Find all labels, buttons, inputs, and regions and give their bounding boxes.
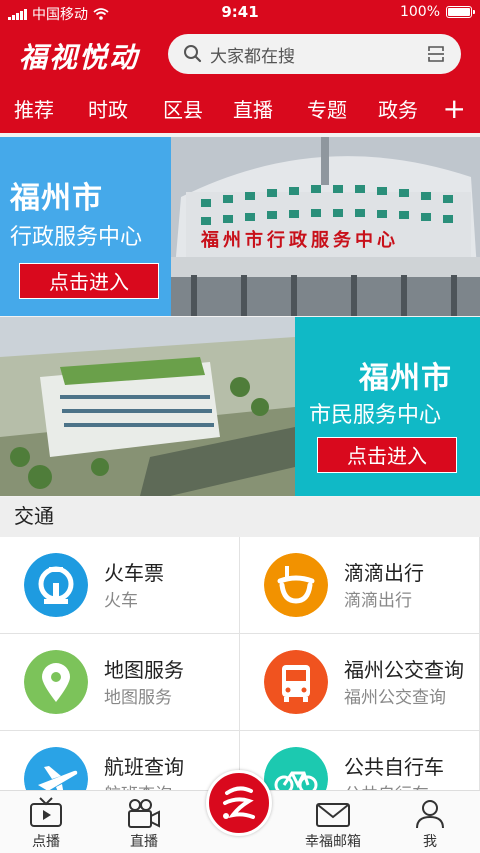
service-didi[interactable]: 滴滴出行 滴滴出行	[240, 537, 480, 634]
service-title: 火车票	[104, 561, 164, 585]
battery-percentage: 100%	[399, 4, 440, 20]
user-icon	[416, 800, 444, 829]
bottom-nav-label: 幸福邮箱	[305, 834, 361, 850]
bus-icon	[264, 650, 328, 714]
bottom-nav-label: 直播	[130, 834, 158, 850]
service-subtitle: 福州公交查询	[344, 688, 446, 708]
campus-illustration	[0, 317, 295, 496]
banner-title: 福州市	[359, 361, 452, 396]
tab-topics[interactable]: 专题	[307, 92, 347, 128]
service-subtitle: 公共自行车	[344, 780, 429, 790]
section-title-transport: 交通	[0, 497, 480, 537]
bottom-nav-vod[interactable]: 点播	[1, 791, 91, 853]
video-camera-icon	[128, 799, 160, 828]
tab-recommend[interactable]: 推荐	[14, 92, 54, 128]
app-header: 中国移动 9:41 100% 福视悦动 大家都在搜 推荐 时政 区县 直播 专题…	[0, 0, 480, 133]
banner-subtitle: 行政服务中心	[10, 225, 143, 250]
didi-icon	[264, 553, 328, 617]
banner-title: 福州市	[10, 181, 103, 216]
service-bus[interactable]: 福州公交查询 福州公交查询	[240, 634, 480, 731]
service-subtitle: 地图服务	[104, 688, 172, 708]
banner-citizen-service-center[interactable]: 福州市 市民服务中心 点击进入	[0, 317, 480, 496]
search-icon	[184, 45, 202, 63]
enter-button[interactable]: 点击进入	[317, 437, 457, 473]
bottom-nav-label: 点播	[32, 834, 60, 850]
service-title: 滴滴出行	[344, 561, 424, 585]
service-title: 公共自行车	[344, 755, 444, 779]
banner-panel: 福州市 市民服务中心 点击进入	[295, 317, 480, 496]
building-illustration: 福州市行政服务中心	[171, 137, 480, 316]
service-subtitle: 滴滴出行	[344, 591, 412, 611]
bottom-nav-live[interactable]: 直播	[99, 791, 189, 853]
tv-icon	[30, 797, 62, 827]
bicycle-icon	[264, 747, 328, 790]
battery-icon	[446, 6, 475, 18]
status-bar: 中国移动 9:41 100%	[0, 0, 480, 26]
service-subtitle: 火车	[104, 591, 138, 611]
tab-government[interactable]: 政务	[378, 92, 418, 128]
bottom-nav-mailbox[interactable]: 幸福邮箱	[288, 791, 378, 853]
tab-districts[interactable]: 区县	[163, 92, 203, 128]
app-logo: 福视悦动	[19, 41, 140, 74]
service-title: 福州公交查询	[344, 658, 464, 682]
tab-politics[interactable]: 时政	[88, 92, 128, 128]
airplane-icon	[24, 747, 88, 790]
service-title: 地图服务	[104, 658, 184, 682]
bottom-nav-label: 我	[423, 834, 437, 850]
service-flights[interactable]: 航班查询 航班查询	[0, 731, 240, 790]
banner-subtitle: 市民服务中心	[309, 403, 442, 428]
center-home-button[interactable]	[206, 770, 272, 836]
service-map[interactable]: 地图服务 地图服务	[0, 634, 240, 731]
train-logo-icon	[24, 553, 88, 617]
bottom-nav-me[interactable]: 我	[385, 791, 475, 853]
service-public-bicycle[interactable]: 公共自行车 公共自行车	[240, 731, 480, 790]
enter-button[interactable]: 点击进入	[19, 263, 159, 299]
search-bar[interactable]: 大家都在搜	[168, 34, 461, 74]
category-tabs: 推荐 时政 区县 直播 专题 政务 +	[0, 92, 480, 128]
service-train-tickets[interactable]: 火车票 火车	[0, 537, 240, 634]
banner-panel: 福州市 行政服务中心 点击进入	[0, 137, 171, 316]
center-logo-icon	[223, 786, 255, 819]
mail-icon	[316, 803, 350, 827]
building-photo: 福州市行政服务中心	[171, 137, 480, 316]
tab-live[interactable]: 直播	[233, 92, 273, 128]
scan-icon[interactable]	[427, 45, 445, 63]
add-tab-button[interactable]: +	[443, 92, 466, 126]
service-subtitle: 航班查询	[104, 780, 172, 790]
building-rendering	[0, 317, 295, 496]
search-placeholder: 大家都在搜	[210, 46, 295, 67]
status-right: 100%	[399, 4, 475, 20]
banner-admin-service-center[interactable]: 福州市 行政服务中心 点击进入 福州市行政服务中心	[0, 137, 480, 316]
map-pin-icon	[24, 650, 88, 714]
building-sign: 福州市行政服务中心	[200, 229, 399, 251]
transport-services-grid: 火车票 火车 滴滴出行 滴滴出行 地图服务 地图服务 福州公交查询 福州公交查询…	[0, 537, 480, 790]
service-title: 航班查询	[104, 755, 184, 779]
